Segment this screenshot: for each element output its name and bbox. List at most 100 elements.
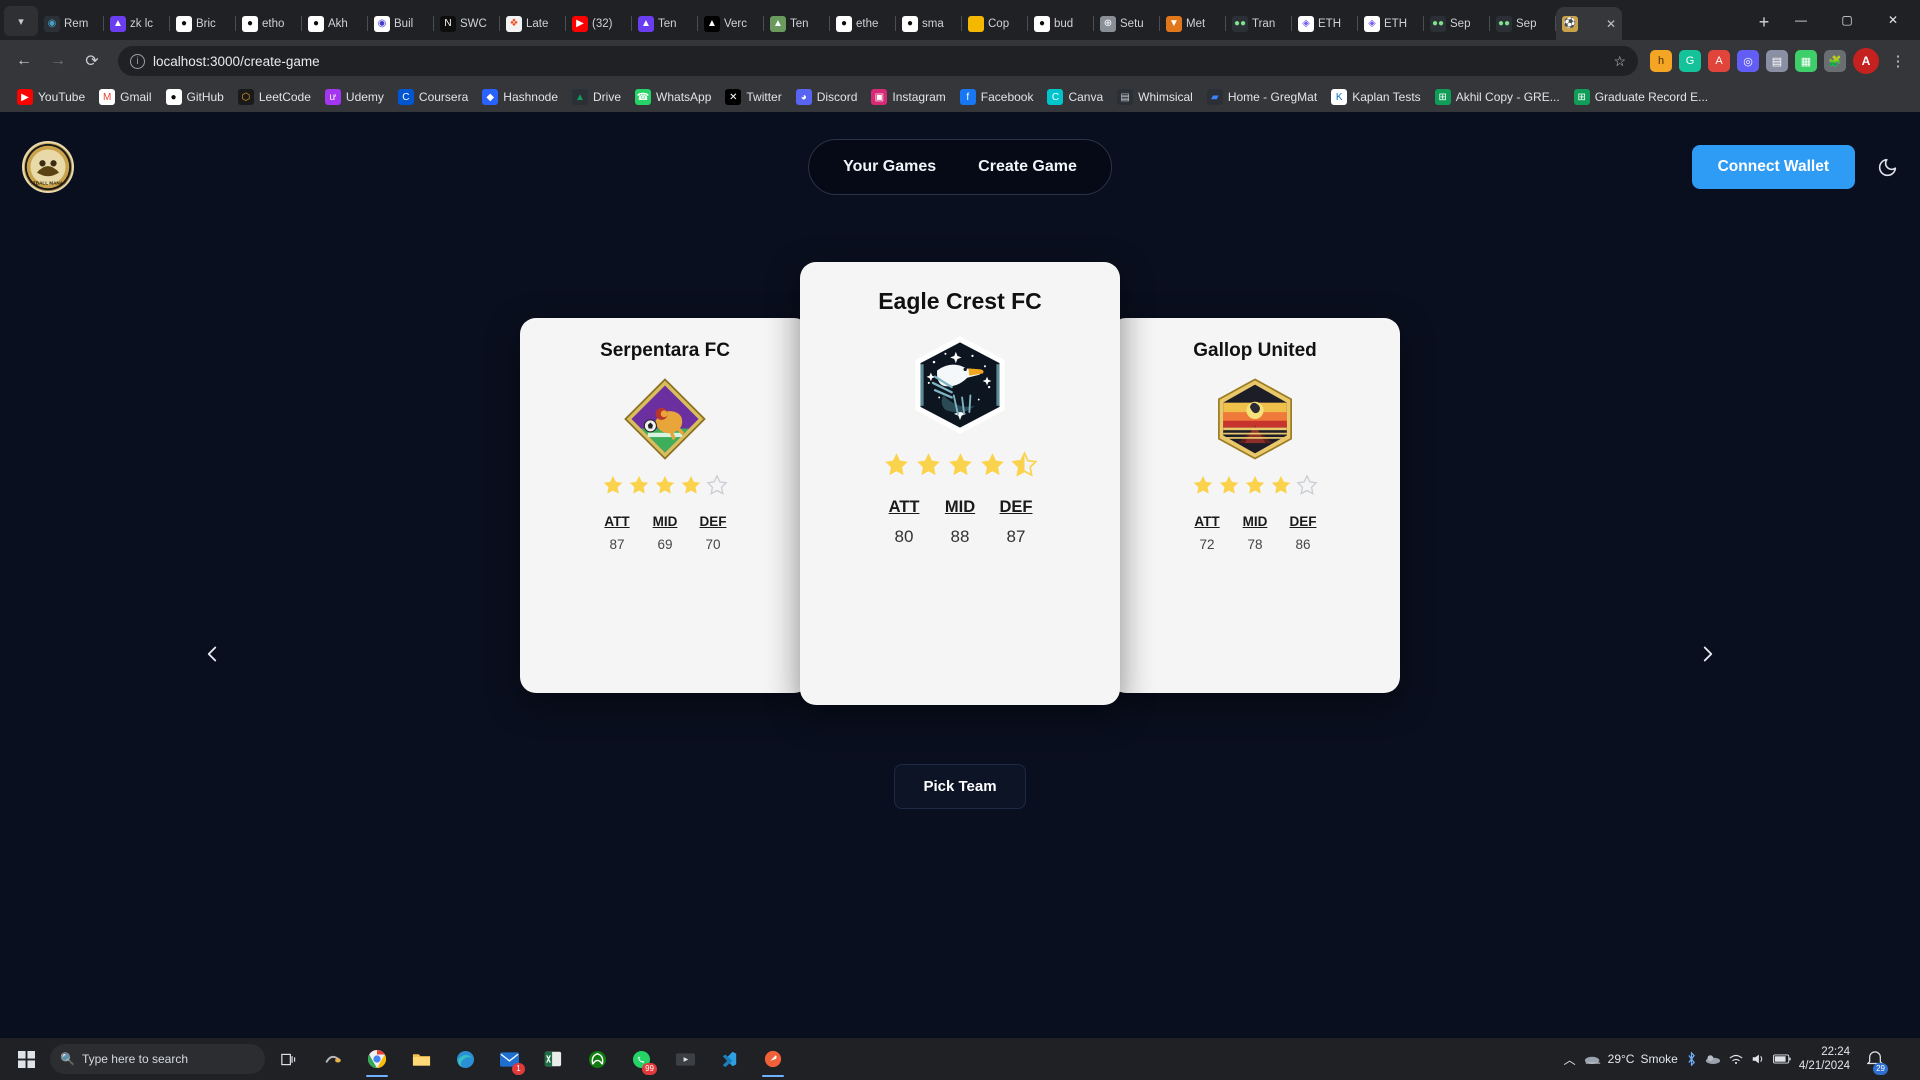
info-circle-icon[interactable]: i [130,53,145,69]
close-button[interactable]: ✕ [1870,0,1916,40]
notification-icon[interactable]: 29 [1858,1040,1892,1078]
bookmark-item[interactable]: ▶ YouTube [10,86,92,108]
bookmark-item[interactable]: ⊞ Graduate Record E... [1567,86,1715,108]
youtube-icon: ▶ [572,15,588,32]
volume-icon[interactable] [1751,1053,1765,1065]
browser-tab[interactable]: ● Bric [170,7,236,40]
loom-extension-icon[interactable]: ◎ [1737,50,1759,72]
xbox-taskbar-icon[interactable] [577,1040,617,1078]
team-card-left[interactable]: Serpentara FC ATT MID DEF 87 69 70 [520,318,810,693]
windows-start-icon[interactable] [6,1040,46,1078]
media-taskbar-icon[interactable] [665,1040,705,1078]
team-card-right[interactable]: Gallop United ATT MID DEF 72 78 86 [1110,318,1400,693]
whatsapp-taskbar-icon[interactable]: 99 [621,1040,661,1078]
show-desktop-icon[interactable] [1900,1052,1906,1066]
connect-wallet-button[interactable]: Connect Wallet [1691,145,1855,189]
browser-tab[interactable]: ●● Sep [1490,7,1556,40]
bookmark-item[interactable]: ▲ Drive [565,86,628,108]
browser-tab[interactable]: ● bud [1028,7,1094,40]
browser-tab[interactable]: ▼ Met [1160,7,1226,40]
bookmark-item[interactable]: ✕ Twitter [718,86,788,108]
browser-tab[interactable]: ◉ Buil [368,7,434,40]
kebab-menu-icon[interactable]: ⋮ [1886,49,1910,73]
puzzle-extensions-icon[interactable]: 🧩 [1824,50,1846,72]
bookmark-item[interactable]: ● GitHub [159,86,231,108]
browser-tab[interactable]: ●● Tran [1226,7,1292,40]
browser-tab[interactable]: ▲ Ten [764,7,830,40]
bookmark-item[interactable]: ⬡ LeetCode [231,86,318,108]
minimize-button[interactable]: — [1778,0,1824,40]
reload-icon[interactable]: ⟳ [78,47,106,75]
address-bar[interactable]: i localhost:3000/create-game ☆ [118,46,1638,76]
mail-taskbar-icon[interactable]: 1 [489,1040,529,1078]
bookmark-item[interactable]: ◆ Hashnode [475,86,565,108]
chevron-right-icon[interactable] [1686,632,1730,676]
onedrive-icon[interactable] [1705,1053,1721,1065]
browser-tab[interactable]: ▲ Verc [698,7,764,40]
back-arrow-icon[interactable]: ← [10,47,38,75]
browser-tab[interactable]: N SWC [434,7,500,40]
bookmark-item[interactable]: ▣ Instagram [864,86,952,108]
bookmark-item[interactable]: M Gmail [92,86,158,108]
chevron-left-icon[interactable] [190,632,234,676]
browser-tab[interactable]: ● etho [236,7,302,40]
close-icon[interactable]: ✕ [1606,17,1616,31]
browser-tab[interactable]: ● Akh [302,7,368,40]
taskbar-search[interactable]: 🔍 Type here to search [50,1044,265,1074]
postman-taskbar-icon[interactable] [753,1040,793,1078]
tab-search-icon[interactable]: ▾ [4,6,38,36]
bookmark-item[interactable]: ◕ Discord [789,86,865,108]
chrome-taskbar-icon[interactable] [357,1040,397,1078]
bluetooth-icon[interactable] [1686,1052,1697,1066]
profile-avatar[interactable]: A [1853,48,1879,74]
bookmark-item[interactable]: ⊞ Akhil Copy - GRE... [1428,86,1567,108]
football-manager-logo[interactable]: FOOTBALL MANAGER [22,141,74,193]
cortana-taskbar-icon[interactable] [313,1040,353,1078]
browser-window: ▾ ◉ Rem ▲ zk lc ● Bric ● etho ● Akh ◉ Buil N SWC ❖ Late… [0,0,1920,1080]
adblock-extension-icon[interactable]: A [1708,50,1730,72]
bookmark-item[interactable]: ▤ Whimsical [1110,86,1200,108]
browser-tab[interactable]: ⚽ ✕ [1556,7,1622,40]
moon-icon[interactable] [1877,157,1898,178]
clipboard-extension-icon[interactable]: ▤ [1766,50,1788,72]
chevron-up-icon[interactable]: ︿ [1564,1051,1576,1068]
bookmark-label: Twitter [746,90,782,104]
bookmark-item[interactable]: f Facebook [953,86,1041,108]
bookmark-item[interactable]: C Canva [1040,86,1110,108]
browser-tab[interactable]: Cop [962,7,1028,40]
tab-your-games[interactable]: Your Games [839,152,940,182]
bookmark-item[interactable]: C Coursera [391,86,475,108]
browser-tab[interactable]: ● sma [896,7,962,40]
team-card-center[interactable]: Eagle Crest FC ATT MID DEF 80 88 87 [800,262,1120,705]
notes-extension-icon[interactable]: ▦ [1795,50,1817,72]
bookmark-item[interactable]: K Kaplan Tests [1324,86,1428,108]
honey-extension-icon[interactable]: h [1650,50,1672,72]
battery-icon[interactable] [1772,1054,1791,1064]
bookmark-item[interactable]: ▰ Home - GregMat [1200,86,1324,108]
browser-tab[interactable]: ● ethe [830,7,896,40]
browser-tab[interactable]: ◉ Rem [38,7,104,40]
browser-tab[interactable]: ◈ ETH [1292,7,1358,40]
tab-create-game[interactable]: Create Game [974,152,1081,182]
browser-tab[interactable]: ▲ zk lc [104,7,170,40]
network-icon[interactable] [1729,1053,1743,1065]
browser-tab[interactable]: ▲ Ten [632,7,698,40]
weather-widget[interactable]: 29°C Smoke [1584,1052,1678,1066]
vscode-taskbar-icon[interactable] [709,1040,749,1078]
browser-tab[interactable]: ⊕ Setu [1094,7,1160,40]
browser-tab[interactable]: ❖ Late [500,7,566,40]
star-outline-icon[interactable]: ☆ [1613,53,1626,70]
task-view-icon[interactable] [269,1040,309,1078]
new-tab-button[interactable]: + [1750,8,1778,36]
bookmark-item[interactable]: ư Udemy [318,86,391,108]
grammarly-extension-icon[interactable]: G [1679,50,1701,72]
excel-taskbar-icon[interactable] [533,1040,573,1078]
browser-tab[interactable]: ◈ ETH [1358,7,1424,40]
browser-tab[interactable]: ▶ (32) [566,7,632,40]
bookmark-item[interactable]: ☎ WhatsApp [628,86,718,108]
file-explorer-taskbar-icon[interactable] [401,1040,441,1078]
edge-taskbar-icon[interactable] [445,1040,485,1078]
taskbar-clock[interactable]: 22:24 4/21/2024 [1799,1045,1850,1074]
browser-tab[interactable]: ●● Sep [1424,7,1490,40]
maximize-button[interactable]: ▢ [1824,0,1870,40]
